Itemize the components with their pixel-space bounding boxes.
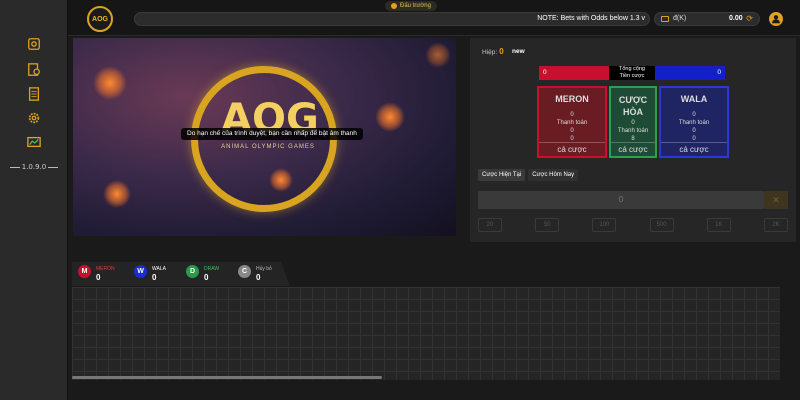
light-bokeh	[375, 102, 405, 132]
video-stream[interactable]: AOG ANIMAL OLYMPIC GAMES Do hạn chế của …	[73, 38, 456, 236]
wala-bet-label: cá cược	[661, 142, 727, 154]
draw-value: 0	[631, 120, 635, 126]
refresh-icon[interactable]: ⟳	[746, 13, 753, 25]
stat-cancel-badge: C	[238, 265, 251, 278]
chip-button[interactable]: 500	[649, 218, 674, 232]
currency-label: đ(K)	[673, 15, 687, 22]
stat-meron-letter: M	[81, 268, 88, 275]
document-icon[interactable]	[26, 86, 42, 102]
wala-pay-label: Thanh toán	[678, 120, 710, 126]
round-indicator: Hiệp: 0	[482, 47, 504, 56]
version-label: 1.0.9.0	[0, 163, 68, 171]
stat-cancel-label: Hủy bỏ	[256, 266, 272, 272]
arena-icon	[391, 3, 397, 9]
arena-pill[interactable]: Đấu trường	[385, 1, 437, 11]
tab-current-bets[interactable]: Cược Hiện Tại	[478, 169, 526, 181]
wala-total: 0	[655, 66, 725, 80]
wala-bet-card[interactable]: WALA 0 Thanh toán 0 0 cá cược	[659, 86, 729, 158]
light-bokeh	[93, 66, 127, 100]
result-stats: M MERON 0 W WALA 0 D DRAW 0 C Hủy bỏ 0	[72, 262, 290, 286]
chip-button[interactable]: 20	[478, 218, 502, 232]
round-value: 0	[499, 47, 504, 56]
stat-wala-letter: W	[137, 268, 144, 275]
stat-draw-badge: D	[186, 265, 199, 278]
wallet-icon[interactable]	[26, 62, 42, 78]
betting-panel: Hiệp: 0 new 0 Tổng cộng Tiền cược 0 MERON…	[470, 38, 796, 242]
chip-button[interactable]: 1K	[706, 218, 731, 232]
user-avatar-icon[interactable]	[769, 12, 783, 26]
stat-draw-label: DRAW	[204, 266, 220, 272]
round-status: new	[512, 48, 525, 55]
round-label: Hiệp:	[482, 49, 498, 56]
stat-draw-letter: D	[189, 268, 196, 275]
results-roadmap-grid[interactable]	[72, 287, 780, 380]
sidebar: 1.0.9.0	[0, 0, 68, 400]
wala-title: WALA	[680, 94, 708, 104]
stat-cancel-letter: C	[241, 268, 248, 275]
meron-total: 0	[539, 66, 609, 80]
stat-cancel-value: 0	[256, 273, 261, 282]
total-label-line-1: Tổng cộng	[619, 66, 645, 72]
dashboard-icon[interactable]	[26, 134, 42, 150]
light-bokeh	[103, 180, 131, 208]
stat-meron-value: 0	[96, 273, 101, 282]
arena-label: Đấu trường	[400, 3, 431, 9]
chip-button[interactable]: 50	[535, 218, 560, 232]
wallet-small-icon	[661, 16, 669, 22]
stat-meron-label: MERON	[96, 266, 115, 272]
sound-toast[interactable]: Do hạn chế của trình duyệt, bạn cần nhấp…	[181, 128, 363, 140]
notice-marquee: NOTE: Bets with Odds below 1.3 v	[134, 12, 650, 26]
chip-row: 20 50 100 500 1K 2K	[478, 218, 788, 232]
bet-history-tabs: Cược Hiện Tại Cược Hôm Nay	[478, 169, 579, 181]
wallet-balance: đ(K) 0.00 ⟳	[654, 12, 760, 26]
meron-pay-label: Thanh toán	[556, 120, 588, 126]
total-label: Tổng cộng Tiền cược	[609, 66, 655, 80]
meron-title: MERON	[555, 94, 589, 104]
stat-draw-value: 0	[204, 273, 209, 282]
draw-bet-card[interactable]: CƯỢC HÒA 0 Thanh toán 8 cá cược	[609, 86, 657, 158]
app-logo[interactable]: AOG	[87, 6, 113, 32]
meron-pay: 0	[570, 128, 574, 134]
stat-wala-label: WALA	[152, 266, 166, 272]
chip-button[interactable]: 100	[592, 218, 617, 232]
gear-icon[interactable]	[26, 110, 42, 126]
tab-today-bets[interactable]: Cược Hôm Nay	[528, 169, 579, 181]
draw-pay-label: Thanh toán	[617, 128, 649, 134]
light-bokeh	[425, 42, 451, 68]
stat-meron-badge: M	[78, 265, 91, 278]
stream-logo-subtitle: ANIMAL OLYMPIC GAMES	[221, 144, 315, 150]
stat-wala-badge: W	[134, 265, 147, 278]
meron-value: 0	[570, 112, 574, 118]
stat-wala-value: 0	[152, 273, 157, 282]
bet-amount-input[interactable]: 0	[478, 191, 764, 209]
wala-pay: 0	[692, 128, 696, 134]
total-label-line-2: Tiền cược	[619, 73, 645, 79]
wala-value: 0	[692, 112, 696, 118]
meron-bet-card[interactable]: MERON 0 Thanh toán 0 0 cá cược	[537, 86, 607, 158]
balance-value: 0.00	[729, 15, 743, 22]
cashier-icon[interactable]	[26, 36, 42, 52]
total-bet-bar: 0 Tổng cộng Tiền cược 0	[539, 66, 725, 80]
horizontal-scrollbar[interactable]	[72, 376, 382, 379]
draw-title: CƯỢC HÒA	[618, 95, 648, 117]
draw-bet-label: cá cược	[611, 142, 655, 154]
chip-button[interactable]: 2K	[763, 218, 788, 232]
meron-bet-label: cá cược	[539, 142, 605, 154]
clear-amount-button[interactable]: ✕	[764, 191, 788, 209]
